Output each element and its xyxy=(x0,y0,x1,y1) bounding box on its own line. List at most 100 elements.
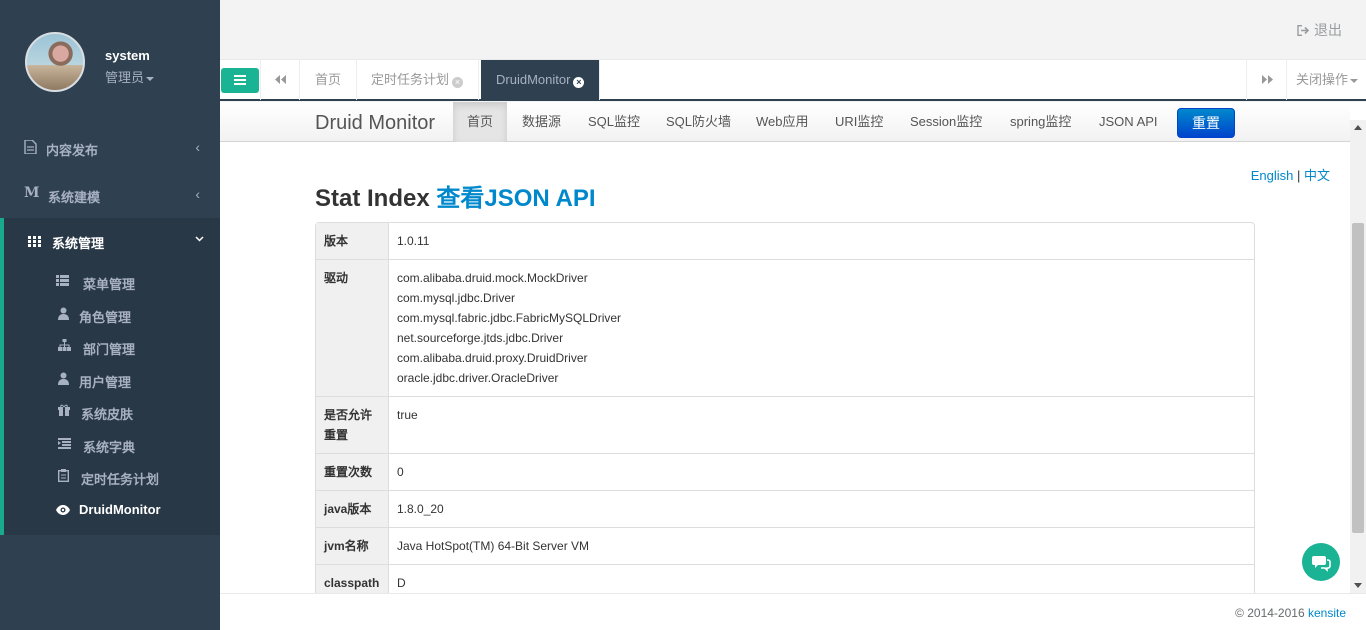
druid-nav-spring-monitor[interactable]: spring监控 xyxy=(1010,102,1071,142)
profile-name: system xyxy=(105,48,150,63)
sidebar-toggle-button[interactable] xyxy=(221,68,259,93)
sidebar-item-menu-management[interactable]: 菜单管理 xyxy=(4,265,220,297)
frame-scrollbar[interactable] xyxy=(1350,120,1366,593)
forward-icon xyxy=(1261,73,1273,87)
table-row: 重置次数 0 xyxy=(316,453,1254,490)
chevron-left-icon: ‹ xyxy=(195,186,200,202)
profile-panel: system 管理员 xyxy=(0,0,220,120)
sidebar-item-label: 系统管理 xyxy=(52,236,105,251)
table-row: classpath D xyxy=(316,564,1254,593)
driver-item: oracle.jdbc.driver.OracleDriver xyxy=(397,371,559,385)
sidebar-item-label: 定时任务计划 xyxy=(81,472,160,487)
scrollbar-thumb[interactable] xyxy=(1352,223,1364,533)
sidebar-item-dept-management[interactable]: 部门管理 xyxy=(4,330,220,362)
scroll-up-arrow-icon[interactable] xyxy=(1354,125,1362,130)
row-value: 1.0.11 xyxy=(397,234,430,248)
sidebar-item-scheduled-tasks[interactable]: 定时任务计划 xyxy=(4,460,220,492)
table-row: java版本 1.8.0_20 xyxy=(316,490,1254,527)
table-row: 驱动 com.alibaba.druid.mock.MockDriver com… xyxy=(316,259,1254,396)
sidebar-item-label: DruidMonitor xyxy=(79,502,161,517)
grid-icon xyxy=(28,235,42,249)
table-row: 是否允许重置 true xyxy=(316,396,1254,453)
page-title-text: Stat Index xyxy=(315,185,430,212)
sidebar-item-label: 系统字典 xyxy=(83,440,136,455)
sidebar-item-user-management[interactable]: 用户管理 xyxy=(4,363,220,395)
tab-druid-monitor[interactable]: DruidMonitor × xyxy=(481,60,601,100)
sidebar-item-label: 系统建模 xyxy=(48,190,101,205)
logout-link[interactable]: 退出 xyxy=(1297,20,1342,40)
druid-nav-json-api[interactable]: JSON API xyxy=(1099,102,1158,142)
sidebar-item-system-dictionary[interactable]: 系统字典 xyxy=(4,428,220,460)
driver-item: com.alibaba.druid.proxy.DruidDriver xyxy=(397,351,588,365)
druid-nav-datasource[interactable]: 数据源 xyxy=(522,102,561,142)
tabs-scroll-right-button[interactable] xyxy=(1246,60,1287,100)
profile-role-label: 管理员 xyxy=(105,70,145,85)
clipboard-icon xyxy=(57,469,71,483)
scroll-down-arrow-icon[interactable] xyxy=(1354,583,1362,588)
druid-nav-uri-monitor[interactable]: URI监控 xyxy=(835,102,883,142)
menu-icon-bar xyxy=(234,83,246,85)
profile-role-dropdown[interactable]: 管理员 xyxy=(105,67,155,86)
druid-nav-home[interactable]: 首页 xyxy=(453,102,508,142)
comments-icon xyxy=(1302,556,1340,584)
row-value: com.alibaba.druid.mock.MockDriver com.my… xyxy=(389,259,1254,396)
list-icon xyxy=(56,274,69,287)
row-key: jvm名称 xyxy=(316,527,389,564)
sidebar-item-label: 系统皮肤 xyxy=(81,407,134,422)
sidebar-item-system-skin[interactable]: 系统皮肤 xyxy=(4,395,220,427)
footer-link[interactable]: kensite xyxy=(1308,606,1346,620)
tab-scheduled-tasks[interactable]: 定时任务计划 × xyxy=(356,60,480,100)
sidebar-item-system-modeling[interactable]: M 系统建模 ‹ xyxy=(0,172,220,218)
druid-nav-sql-monitor[interactable]: SQL监控 xyxy=(588,102,640,142)
sidebar-item-label: 部门管理 xyxy=(83,342,136,357)
sidebar-item-label: 角色管理 xyxy=(79,310,132,325)
page-title: Stat Index 查看JSON API xyxy=(315,178,596,213)
footer-text: © 2014-2016 kensite xyxy=(1235,606,1346,620)
avatar[interactable] xyxy=(25,32,85,92)
menu-icon xyxy=(234,75,246,77)
stat-table: 版本 1.0.11 驱动 com.alibaba.druid.mock.Mock… xyxy=(315,222,1255,593)
reset-button[interactable]: 重置 xyxy=(1177,108,1235,138)
driver-item: net.sourceforge.jtds.jdbc.Driver xyxy=(397,331,564,345)
tab-home[interactable]: 首页 xyxy=(299,60,358,100)
row-key: 重置次数 xyxy=(316,453,389,490)
sidebar-item-label: 用户管理 xyxy=(79,375,132,390)
sidebar-item-druid-monitor[interactable]: DruidMonitor xyxy=(4,493,220,525)
table-row: jvm名称 Java HotSpot(TM) 64-Bit Server VM xyxy=(316,527,1254,564)
sidebar-item-role-management[interactable]: 角色管理 xyxy=(4,298,220,330)
sitemap-icon xyxy=(58,339,71,352)
druid-brand[interactable]: Druid Monitor xyxy=(315,112,435,135)
menu-icon-bar xyxy=(234,79,246,81)
chevron-down-icon xyxy=(195,230,204,246)
driver-item: com.mysql.fabric.jdbc.FabricMySQLDriver xyxy=(397,311,622,325)
sidebar-item-content-publish[interactable]: 内容发布 ‹ xyxy=(0,125,220,171)
close-operations-dropdown[interactable]: 关闭操作 xyxy=(1286,60,1366,100)
caret-down-icon xyxy=(146,76,155,81)
sidebar: system 管理员 内容发布 ‹ M 系统建模 ‹ 系统管理 菜单管理 角色管… xyxy=(0,0,220,630)
sidebar-item-system-management[interactable]: 系统管理 xyxy=(4,218,224,264)
language-switcher: English | 中文 xyxy=(1251,165,1330,184)
chevron-left-icon: ‹ xyxy=(195,139,200,155)
druid-nav-sql-firewall[interactable]: SQL防火墙 xyxy=(666,102,731,142)
tab-label: DruidMonitor xyxy=(496,72,571,87)
caret-down-icon xyxy=(1350,78,1359,83)
table-row: 版本 1.0.11 xyxy=(316,223,1254,259)
chat-button[interactable] xyxy=(1302,543,1340,581)
close-tab-icon[interactable]: × xyxy=(452,77,464,88)
tabs-scroll-left-button[interactable] xyxy=(260,60,299,100)
lang-chinese-link[interactable]: 中文 xyxy=(1304,168,1330,183)
tab-label: 定时任务计划 xyxy=(371,72,450,87)
row-key: 驱动 xyxy=(316,259,389,396)
logout-label: 退出 xyxy=(1314,22,1342,38)
druid-navbar: Druid Monitor 首页 数据源 SQL监控 SQL防火墙 Web应用 … xyxy=(220,102,1350,142)
druid-nav-session-monitor[interactable]: Session监控 xyxy=(910,102,982,142)
row-key: 是否允许重置 xyxy=(316,396,389,453)
close-ops-label: 关闭操作 xyxy=(1296,72,1349,87)
druid-nav-web-app[interactable]: Web应用 xyxy=(756,102,809,142)
row-value: Java HotSpot(TM) 64-Bit Server VM xyxy=(389,527,1254,564)
backward-icon xyxy=(274,73,286,87)
close-tab-icon[interactable]: × xyxy=(573,77,585,88)
lang-english-link[interactable]: English xyxy=(1251,168,1294,183)
view-json-api-link[interactable]: 查看JSON API xyxy=(436,185,595,212)
row-key: 版本 xyxy=(316,223,389,259)
